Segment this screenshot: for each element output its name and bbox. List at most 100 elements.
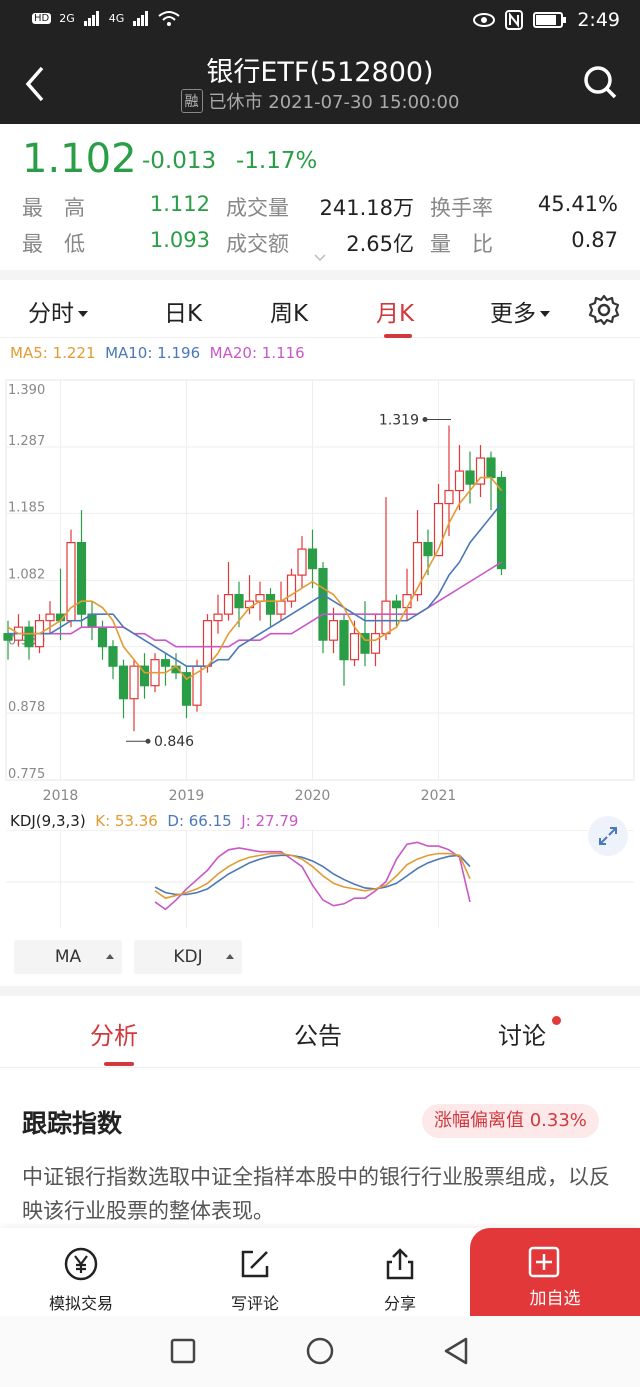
triangle-up-icon bbox=[106, 954, 114, 959]
y-tick-label: 1.185 bbox=[8, 500, 45, 515]
kdj-chart[interactable] bbox=[0, 830, 640, 930]
signal-icon bbox=[133, 11, 149, 26]
tab-weekly-k[interactable]: 周K bbox=[270, 294, 308, 328]
tab-more[interactable]: 更多 bbox=[490, 294, 550, 328]
status-time: 2:49 bbox=[577, 9, 620, 31]
candle bbox=[370, 633, 381, 654]
triangle-up-icon bbox=[226, 954, 234, 959]
candle bbox=[391, 600, 402, 609]
candle bbox=[496, 476, 507, 570]
search-icon[interactable] bbox=[582, 64, 618, 100]
market-status: 融已休市 2021-07-30 15:00:00 bbox=[0, 88, 640, 114]
hd-badge: HD bbox=[32, 12, 52, 24]
tab-analysis[interactable]: 分析 bbox=[90, 1016, 138, 1051]
kdj-selector-label: KDJ bbox=[173, 947, 203, 967]
edit-icon bbox=[241, 1250, 269, 1278]
battery-icon bbox=[533, 12, 567, 28]
notification-dot bbox=[552, 1016, 561, 1025]
network-2g: 2G bbox=[59, 11, 75, 25]
candle bbox=[276, 600, 286, 615]
candle bbox=[118, 665, 129, 700]
gear-icon[interactable] bbox=[588, 294, 620, 326]
min-price-label: 0.846 bbox=[154, 734, 194, 750]
tab-monthly-k[interactable]: 月K bbox=[376, 294, 414, 328]
dropdown-triangle-icon bbox=[78, 311, 88, 317]
back-triangle-icon[interactable] bbox=[442, 1336, 470, 1366]
y-tick-label: 0.878 bbox=[8, 700, 45, 715]
ma20-value: MA20: 1.116 bbox=[209, 344, 305, 362]
header: 银行ETF(512800) 融已休市 2021-07-30 15:00:00 bbox=[0, 42, 640, 124]
tab-intraday[interactable]: 分时 bbox=[28, 294, 88, 328]
candle bbox=[265, 594, 276, 615]
candle bbox=[160, 659, 171, 667]
active-tab-indicator bbox=[104, 1062, 134, 1066]
divider bbox=[0, 986, 640, 996]
system-nav-bar bbox=[0, 1316, 640, 1387]
kdj-legend: KDJ(9,3,3) K: 53.36 D: 66.15 J: 27.79 bbox=[10, 812, 298, 830]
candle bbox=[234, 594, 244, 609]
simulated-trade-button[interactable]: 模拟交易 bbox=[44, 1246, 118, 1314]
recents-square-icon[interactable] bbox=[170, 1338, 196, 1364]
candle bbox=[349, 633, 360, 661]
write-comment-label: 写评论 bbox=[230, 1294, 279, 1313]
price-change: -0.013 bbox=[142, 148, 217, 174]
ma-selector-label: MA bbox=[54, 947, 82, 967]
k-line-chart[interactable]: 1.3901.2871.1851.0820.9800.8780.77520182… bbox=[0, 364, 640, 804]
ma-selector[interactable]: MA bbox=[14, 940, 122, 974]
expand-chevron-icon[interactable] bbox=[314, 254, 326, 262]
market-status-text: 已休市 bbox=[208, 92, 263, 113]
kdj-name: KDJ(9,3,3) bbox=[10, 812, 86, 830]
signal-icon bbox=[83, 11, 99, 26]
candle bbox=[223, 594, 234, 615]
section-title: 跟踪指数 bbox=[22, 1109, 123, 1138]
x-tick-label: 2021 bbox=[421, 788, 457, 804]
candle bbox=[423, 542, 433, 557]
deviation-badge: 涨幅偏离值 0.33% bbox=[422, 1104, 599, 1138]
turnover-label: 换手率 bbox=[430, 196, 493, 220]
y-tick-label: 0.775 bbox=[8, 767, 45, 782]
divider bbox=[0, 270, 640, 280]
margin-badge: 融 bbox=[180, 89, 203, 113]
share-label: 分享 bbox=[383, 1294, 416, 1313]
simulated-trade-label: 模拟交易 bbox=[48, 1294, 113, 1313]
kdj-j-value: J: 27.79 bbox=[241, 812, 299, 830]
candle bbox=[97, 626, 108, 648]
candle bbox=[328, 620, 339, 641]
expand-arrows-icon bbox=[599, 827, 617, 845]
tab-announcements[interactable]: 公告 bbox=[294, 1016, 342, 1051]
min-marker-dot bbox=[145, 738, 151, 744]
x-tick-label: 2019 bbox=[169, 788, 205, 804]
candle bbox=[297, 548, 307, 576]
share-button[interactable]: 分享 bbox=[380, 1246, 420, 1314]
kdj-k-value: K: 53.36 bbox=[95, 812, 158, 830]
candle bbox=[45, 613, 55, 622]
candle bbox=[318, 568, 328, 641]
candle bbox=[465, 470, 475, 485]
candle bbox=[255, 594, 265, 602]
home-circle-icon[interactable] bbox=[305, 1336, 335, 1366]
tab-discussion[interactable]: 讨论 bbox=[498, 1016, 546, 1051]
candle bbox=[66, 542, 76, 622]
tab-daily-k[interactable]: 日K bbox=[164, 294, 202, 328]
write-comment-button[interactable]: 写评论 bbox=[226, 1246, 284, 1314]
active-tab-indicator bbox=[384, 334, 412, 338]
wifi-icon bbox=[158, 11, 180, 26]
x-tick-label: 2020 bbox=[295, 788, 331, 804]
price-change-pct: -1.17% bbox=[236, 148, 318, 174]
candle bbox=[339, 620, 349, 661]
candle bbox=[307, 548, 318, 570]
add-watchlist-button[interactable]: 加自选 bbox=[470, 1228, 640, 1316]
ma10-value: MA10: 1.196 bbox=[105, 344, 201, 362]
kdj-selector[interactable]: KDJ bbox=[134, 940, 242, 974]
candle bbox=[202, 620, 213, 667]
fullscreen-button[interactable] bbox=[588, 816, 628, 856]
bottom-action-bar: 模拟交易 写评论 分享 加自选 bbox=[0, 1228, 640, 1316]
max-price-label: 1.319 bbox=[379, 413, 419, 429]
nfc-icon bbox=[505, 10, 524, 30]
high-label: 最 高 bbox=[22, 196, 85, 220]
current-price: 1.102 bbox=[22, 136, 137, 182]
candle bbox=[3, 633, 13, 641]
candle bbox=[454, 470, 465, 492]
network-4g: 4G bbox=[108, 11, 125, 25]
candle bbox=[24, 626, 34, 648]
